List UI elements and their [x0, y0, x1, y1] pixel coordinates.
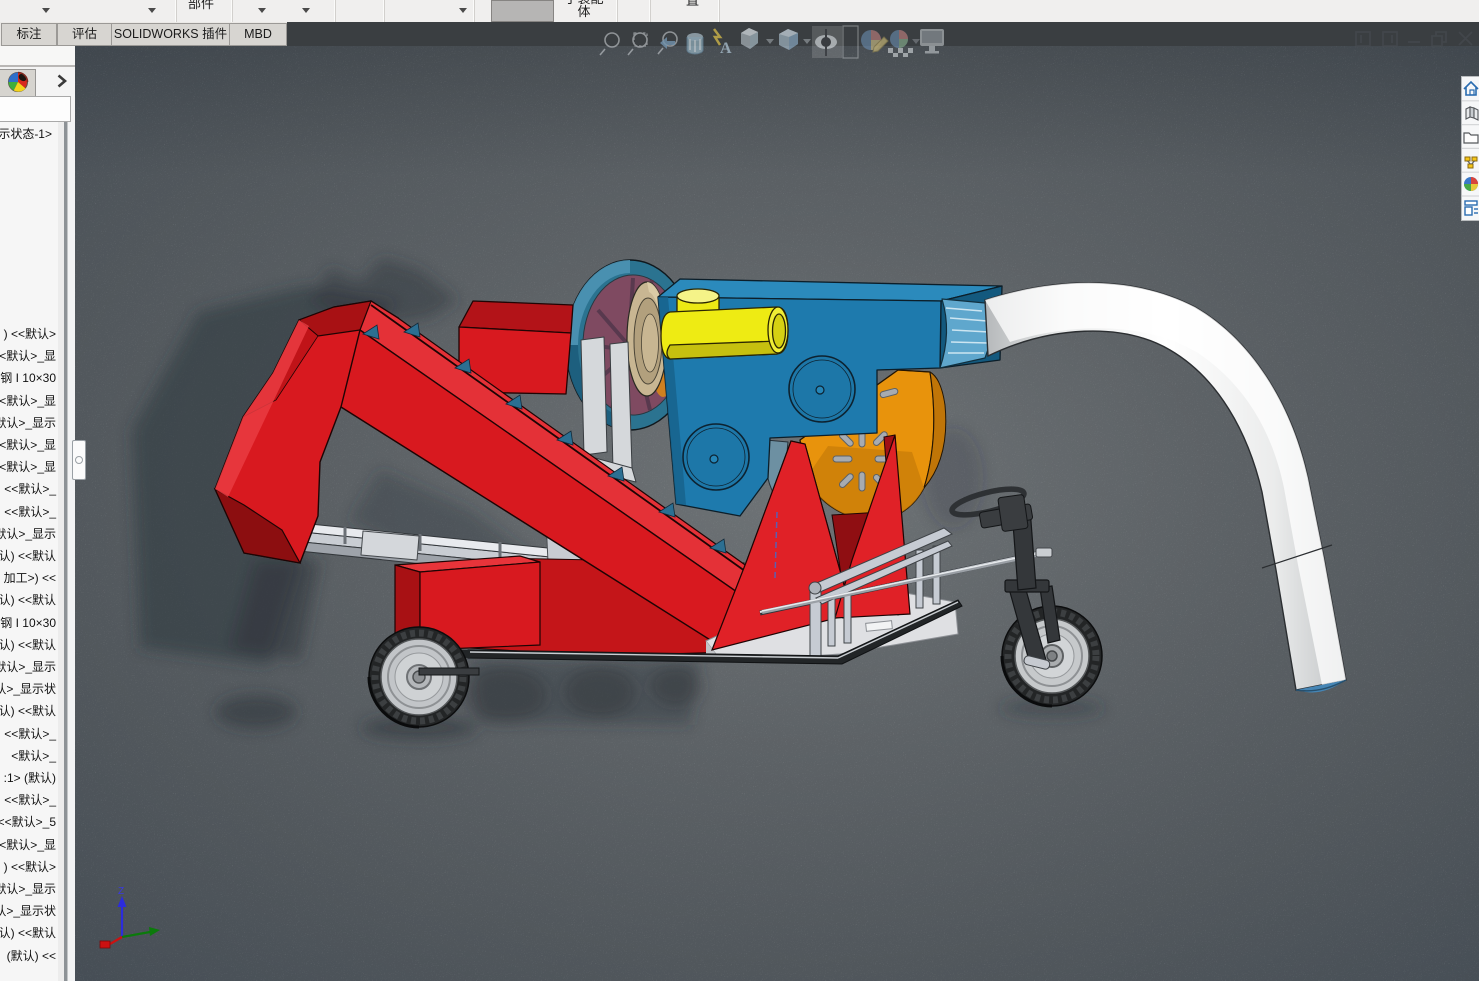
svg-text:Z: Z [118, 886, 124, 897]
